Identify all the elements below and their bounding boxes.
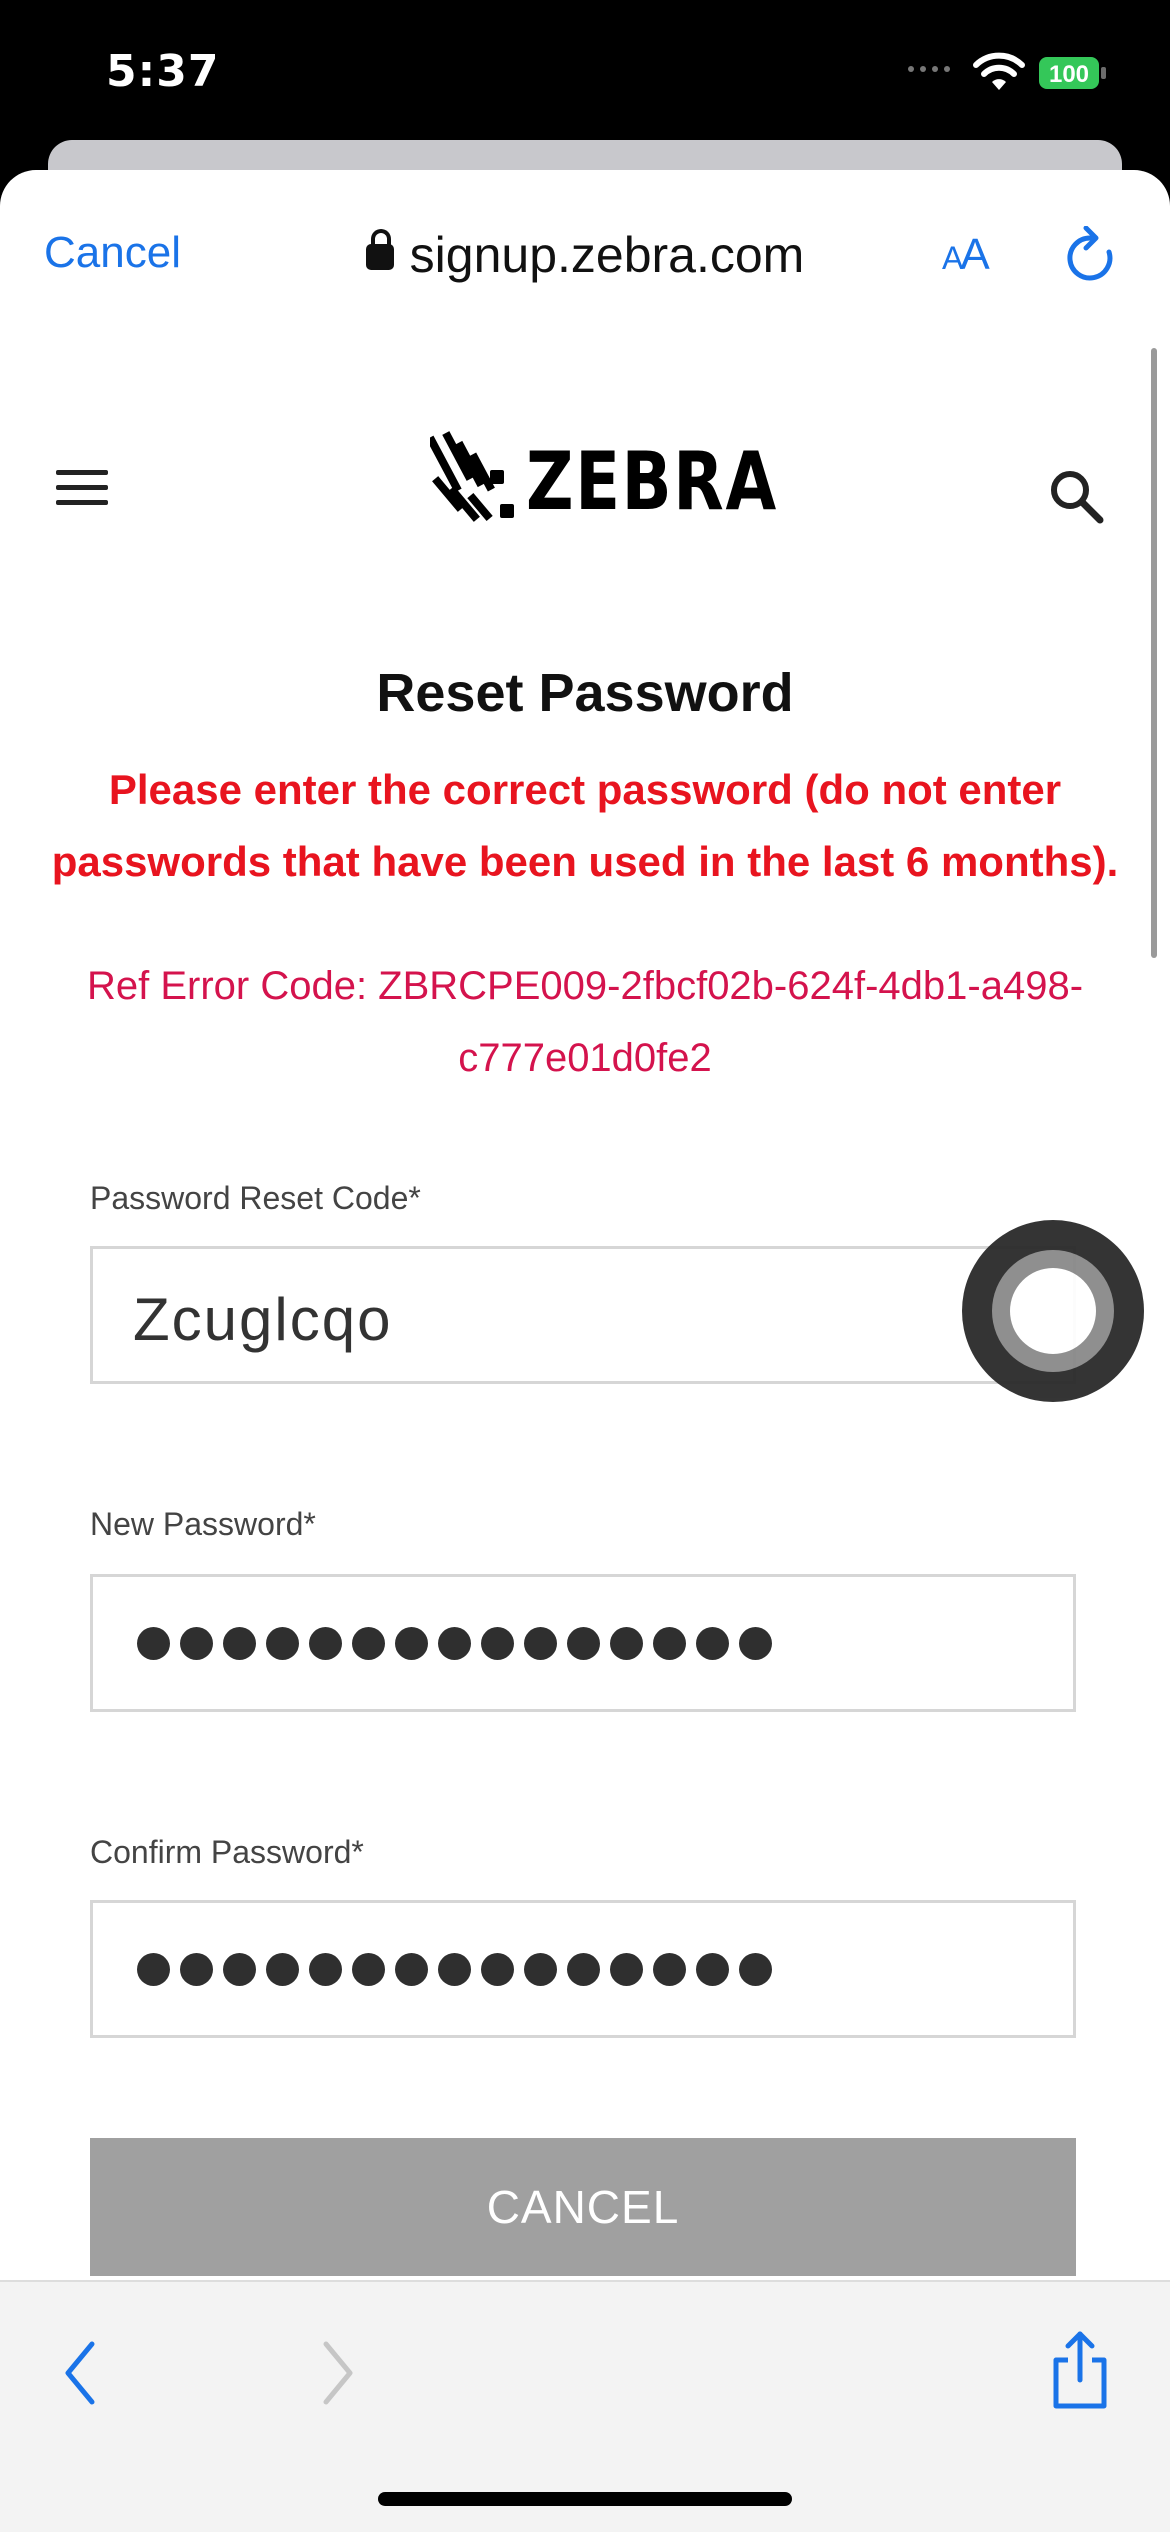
mask-dot [524,1627,557,1660]
ref-error-code: Ref Error Code: ZBRCPE009-2fbcf02b-624f-… [86,964,1084,1080]
mask-dot [395,1627,428,1660]
status-bar: 5:37 100 [0,0,1170,150]
new-password-label: New Password* [90,1506,316,1542]
mask-dot [180,1953,213,1986]
reset-code-value: Zcuglcqo [133,1286,393,1353]
site-header: ZEBRA [0,410,1170,540]
mask-dot [653,1953,686,1986]
confirm-password-mask [137,1953,772,1986]
mask-dot [352,1627,385,1660]
cancel-button[interactable]: CANCEL [90,2138,1076,2276]
confirm-password-label: Confirm Password* [90,1834,364,1870]
new-password-field[interactable] [90,1574,1076,1712]
mask-dot [137,1627,170,1660]
mask-dot [696,1627,729,1660]
mask-dot [309,1627,342,1660]
zebra-logo[interactable]: ZEBRA [430,426,833,536]
mask-dot [309,1953,342,1986]
url-bar[interactable]: signup.zebra.com [0,226,1170,284]
logo-text: ZEBRA [526,434,778,528]
reset-code-label: Password Reset Code* [90,1180,421,1216]
status-time: 5:37 [106,46,220,97]
back-icon[interactable] [60,2338,100,2408]
forward-icon[interactable] [318,2338,358,2408]
mask-dot [438,1953,471,1986]
mask-dot [739,1953,772,1986]
mask-dot [567,1627,600,1660]
mask-dot [137,1953,170,1986]
svg-text:100: 100 [1049,61,1089,88]
mask-dot [610,1627,643,1660]
mask-dot [481,1953,514,1986]
mask-dot [653,1627,686,1660]
assistive-touch-button[interactable] [962,1220,1144,1402]
mask-dot [352,1953,385,1986]
reload-icon[interactable] [1064,226,1116,284]
mask-dot [524,1953,557,1986]
confirm-password-field[interactable] [90,1900,1076,2038]
home-indicator[interactable] [378,2492,792,2506]
mask-dot [180,1627,213,1660]
share-icon[interactable] [1048,2330,1112,2410]
browser-nav-bar: Cancel signup.zebra.com AA [0,170,1170,340]
reset-code-field[interactable]: Zcuglcqo [90,1246,1076,1384]
zebra-head-icon [430,431,514,522]
battery-icon: 100 [1039,57,1106,89]
menu-icon[interactable] [56,470,108,506]
mask-dot [223,1953,256,1986]
text-size-button[interactable]: AA [942,230,990,280]
mask-dot [567,1953,600,1986]
mask-dot [610,1953,643,1986]
mask-dot [481,1627,514,1660]
page-title: Reset Password [376,663,794,723]
mask-dot [395,1953,428,1986]
mask-dot [438,1627,471,1660]
cellular-signal-icon [908,66,950,72]
mask-dot [739,1627,772,1660]
url-text: signup.zebra.com [409,227,805,283]
error-message: Please enter the correct password (do no… [51,766,1119,885]
mask-dot [266,1953,299,1986]
wifi-icon [973,52,1025,90]
search-icon[interactable] [1048,468,1104,524]
new-password-mask [137,1627,772,1660]
mask-dot [223,1627,256,1660]
browser-sheet: Cancel signup.zebra.com AA ZEBRA Reset P… [0,170,1170,2532]
mask-dot [266,1627,299,1660]
lock-icon [365,229,394,270]
mask-dot [696,1953,729,1986]
